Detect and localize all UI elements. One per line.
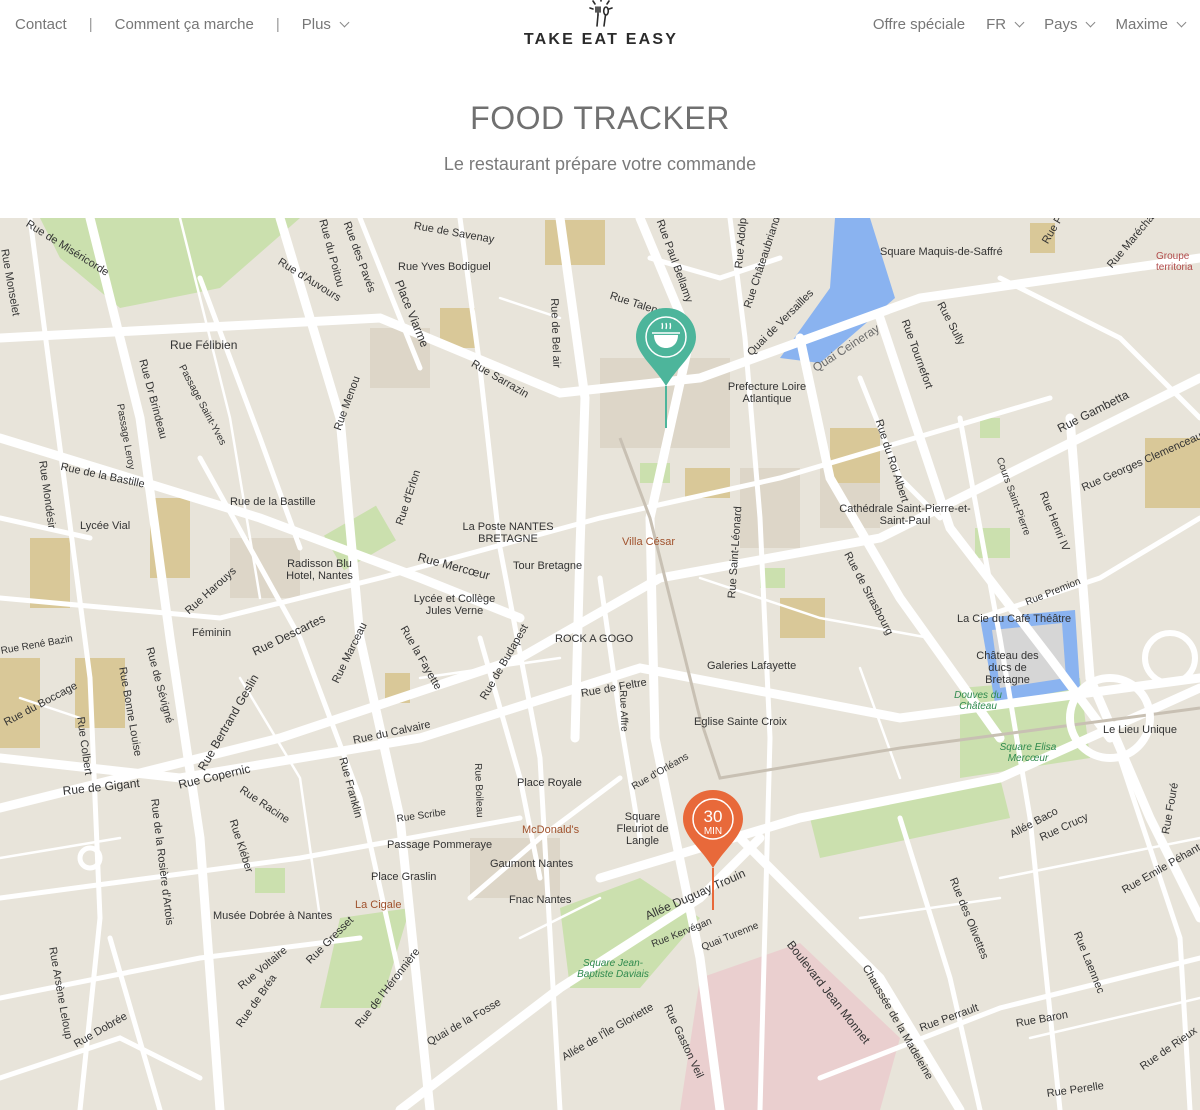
place-label: Douves du Château bbox=[954, 690, 1002, 712]
place-label: Gaumont Nantes bbox=[490, 858, 574, 870]
place-label: Lycée et Collège Jules Verne bbox=[413, 593, 496, 617]
place-label: Cathédrale Saint-Pierre-et-Saint-Paul bbox=[839, 503, 971, 527]
place-label: Galeries Lafayette bbox=[707, 660, 797, 672]
nav-separator: | bbox=[88, 16, 93, 33]
street-label: Rue Boileau bbox=[472, 763, 485, 818]
place-label: Château des ducs de Bretagne bbox=[976, 650, 1039, 686]
place-label: Fnac Nantes bbox=[509, 894, 572, 906]
user-name: Maxime bbox=[1115, 16, 1168, 33]
nav-left: Contact | Comment ça marche | Plus bbox=[15, 16, 350, 33]
place-label: Le Lieu Unique bbox=[1103, 724, 1178, 736]
place-label: Eglise Sainte Croix bbox=[694, 716, 787, 728]
place-label: Passage Pommeraye bbox=[387, 839, 493, 851]
eta-minutes: 30 bbox=[704, 807, 723, 826]
place-label: Radisson Blu Hotel, Nantes bbox=[286, 558, 353, 582]
place-label: McDonald's bbox=[522, 824, 580, 836]
place-label: Square Maquis-de-Saffré bbox=[880, 246, 1003, 258]
language-label: FR bbox=[986, 16, 1007, 33]
nav-how-it-works-link[interactable]: Comment ça marche bbox=[115, 16, 254, 33]
special-offer-link[interactable]: Offre spéciale bbox=[873, 16, 965, 33]
place-label: Place Graslin bbox=[371, 871, 437, 883]
nav-right: Offre spéciale FR Pays Maxime bbox=[852, 16, 1187, 33]
chevron-down-icon bbox=[1014, 17, 1025, 28]
nav-separator: | bbox=[275, 16, 280, 33]
nav-contact-link[interactable]: Contact bbox=[15, 16, 67, 33]
place-label: Square Elisa Mercœur bbox=[999, 742, 1057, 764]
street-label: Rue Félibien bbox=[170, 338, 238, 352]
logo-text: TAKE EAT EASY bbox=[523, 31, 679, 48]
place-label: Tour Bretagne bbox=[513, 560, 583, 572]
street-label: Rue de la Bastille bbox=[230, 496, 316, 508]
courier-eta-pin[interactable]: 30 MIN bbox=[678, 788, 748, 913]
place-label: Square Fleuriot de Langle bbox=[616, 811, 669, 847]
place-label: ROCK A GOGO bbox=[555, 633, 634, 645]
chevron-down-icon bbox=[1086, 17, 1096, 28]
street-label: Rue de Bel air bbox=[548, 298, 563, 369]
place-label: Féminin bbox=[192, 627, 232, 639]
country-label: Pays bbox=[1044, 16, 1078, 33]
nav-more-dropdown[interactable]: Plus bbox=[301, 16, 350, 33]
place-label: Prefecture Loire Atlantique bbox=[727, 381, 807, 405]
place-label: Villa César bbox=[622, 536, 675, 548]
fork-spoon-icon bbox=[589, 0, 613, 27]
place-label: La Cie du Café Théâtre bbox=[957, 613, 1072, 625]
chevron-down-icon bbox=[1176, 17, 1187, 28]
street-label: Rue Affre bbox=[617, 690, 630, 732]
order-status-text: Le restaurant prépare votre commande bbox=[443, 154, 757, 174]
street-label: Rue Yves Bodiguel bbox=[398, 261, 491, 273]
eta-unit: MIN bbox=[704, 826, 722, 837]
place-label: Place Royale bbox=[517, 777, 582, 789]
nav-more-label: Plus bbox=[301, 16, 331, 33]
restaurant-pin[interactable] bbox=[632, 306, 700, 431]
page-title: FOOD TRACKER bbox=[470, 100, 730, 136]
place-label: La Poste NANTES BRETAGNE bbox=[462, 521, 554, 545]
country-dropdown[interactable]: Pays bbox=[1044, 16, 1096, 33]
place-label: Groupe territoria bbox=[1156, 251, 1193, 273]
place-label: Square Jean-Baptiste Daviais bbox=[577, 958, 649, 980]
user-menu-dropdown[interactable]: Maxime bbox=[1115, 16, 1187, 33]
place-label: La Cigale bbox=[355, 899, 402, 911]
language-dropdown[interactable]: FR bbox=[986, 16, 1025, 33]
chevron-down-icon bbox=[339, 17, 350, 28]
tracking-map[interactable]: Rue de Savenay Rue Yves Bodiguel Rue du … bbox=[0, 218, 1200, 1110]
logo[interactable]: TAKE EAT EASY bbox=[520, 0, 682, 50]
place-label: Musée Dobrée à Nantes bbox=[213, 910, 333, 922]
place-label: Lycée Vial bbox=[80, 520, 131, 532]
top-navigation: Contact | Comment ça marche | Plus TAKE … bbox=[0, 0, 1200, 50]
